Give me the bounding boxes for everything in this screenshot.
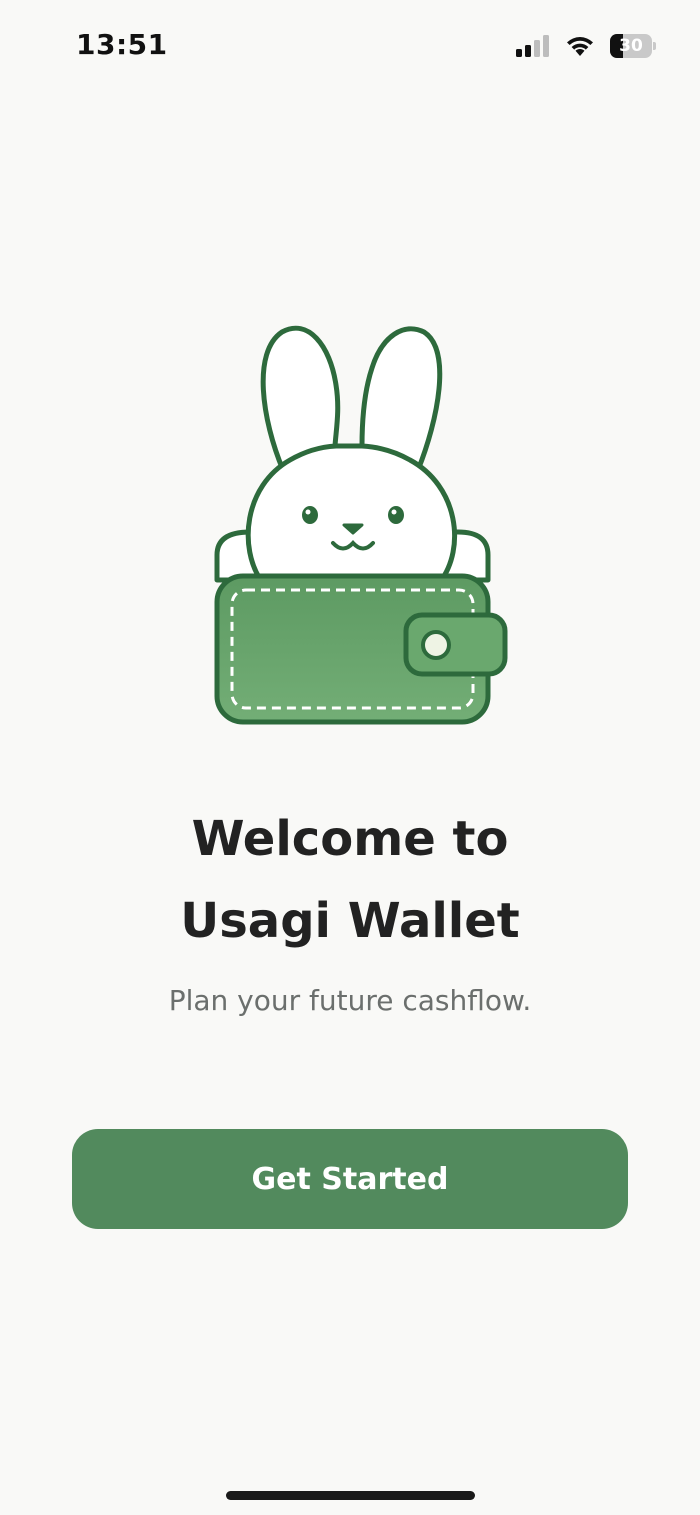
cellular-signal-icon	[516, 35, 549, 57]
welcome-screen: 13:51 30 Welcome to Usagi Wallet Plan yo…	[0, 0, 700, 1515]
wifi-icon	[567, 37, 593, 56]
bunny-left-eye-icon	[302, 506, 318, 524]
wallet-button-icon	[421, 630, 451, 660]
welcome-title-line2: Usagi Wallet	[180, 893, 520, 949]
battery-level-text: 30	[619, 36, 643, 56]
bunny-right-eye-icon	[388, 506, 404, 524]
status-time: 13:51	[76, 28, 168, 61]
battery-icon: 30	[610, 34, 656, 58]
status-icons: 30	[516, 32, 656, 60]
home-indicator[interactable]	[226, 1491, 475, 1500]
welcome-title: Welcome to Usagi Wallet	[0, 798, 700, 962]
welcome-title-line1: Welcome to	[191, 811, 509, 867]
wallet-clasp-icon	[403, 612, 508, 677]
bunny-in-wallet-icon	[214, 325, 508, 725]
bunny-head-icon	[245, 443, 458, 585]
welcome-subtitle: Plan your future cashflow.	[168, 984, 532, 1017]
get-started-button[interactable]: Get Started	[72, 1129, 628, 1229]
